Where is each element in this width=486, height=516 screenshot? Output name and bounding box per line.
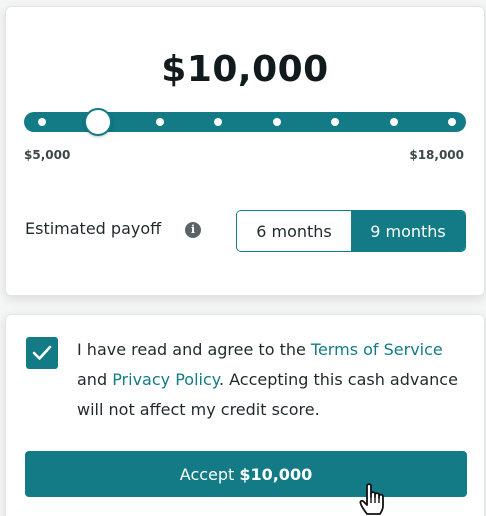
option-9-months[interactable]: 9 months — [351, 211, 465, 251]
accept-button-amount: $10,000 — [239, 464, 313, 484]
privacy-policy-link[interactable]: Privacy Policy — [112, 370, 219, 389]
slider-min-label: $5,000 — [24, 148, 71, 162]
hand-pointer-cursor-icon — [359, 483, 384, 515]
amount-card: $10,000 $5,000 $18,000 Estimated payoff … — [5, 6, 485, 296]
amount-slider-thumb[interactable] — [84, 108, 112, 136]
slider-max-label: $18,000 — [409, 148, 464, 162]
agreement-card: I have read and agree to the Terms of Se… — [5, 314, 485, 516]
slider-step-dot[interactable] — [390, 118, 398, 126]
agree-checkbox[interactable] — [26, 337, 58, 369]
slider-step-dot[interactable] — [38, 118, 46, 126]
slider-step-dot[interactable] — [273, 118, 281, 126]
estimated-payoff-label: Estimated payoff — [25, 219, 162, 238]
accept-button-label: Accept — [179, 464, 235, 484]
agreement-text-part: I have read and agree to the — [77, 340, 311, 359]
slider-step-dot[interactable] — [214, 118, 222, 126]
slider-step-dot[interactable] — [448, 118, 456, 126]
agreement-text-part: and — [77, 370, 113, 389]
amount-slider-track[interactable] — [24, 108, 466, 136]
payoff-term-toggle: 6 months 9 months — [236, 210, 466, 252]
checkmark-icon — [32, 345, 52, 360]
info-icon[interactable]: i — [185, 222, 201, 238]
agreement-text: I have read and agree to the Terms of Se… — [77, 335, 472, 425]
accept-button[interactable]: Accept $10,000 — [25, 451, 467, 497]
terms-of-service-link[interactable]: Terms of Service — [311, 340, 443, 359]
slider-step-dot[interactable] — [331, 118, 339, 126]
selected-amount: $10,000 — [161, 49, 329, 90]
slider-step-dot[interactable] — [156, 118, 164, 126]
option-6-months[interactable]: 6 months — [237, 211, 351, 251]
